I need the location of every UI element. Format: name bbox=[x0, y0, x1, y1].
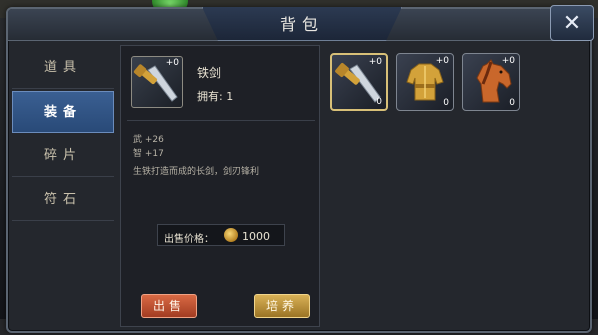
detail-item-icon: +0 bbox=[131, 56, 183, 108]
inventory-window: 背包 ✕ 道具 装备 碎片 符石 +0 铁剑 拥有: 1 武 +26 智 +17… bbox=[6, 5, 594, 333]
slot-count: 0 bbox=[509, 98, 515, 108]
item-description: 生铁打造而成的长剑，剑刃锋利 bbox=[133, 167, 260, 177]
sell-price-value: 1000 bbox=[242, 230, 270, 243]
coin-icon bbox=[224, 228, 238, 242]
close-icon: ✕ bbox=[562, 10, 582, 36]
detail-divider bbox=[127, 120, 315, 121]
tab-items[interactable]: 道具 bbox=[12, 47, 114, 89]
stat-force: 武 +26 bbox=[133, 135, 164, 145]
sell-price-label: 出售价格： bbox=[164, 234, 214, 245]
window-title: 背包 bbox=[279, 15, 324, 34]
slot-count: 0 bbox=[443, 98, 449, 108]
slot-plus-level: +0 bbox=[368, 57, 382, 67]
item-detail-panel: +0 铁剑 拥有: 1 武 +26 智 +17 生铁打造而成的长剑，剑刃锋利 出… bbox=[120, 45, 320, 327]
item-slot-horse[interactable]: +0 0 bbox=[462, 53, 520, 111]
item-slot-sword[interactable]: +0 0 bbox=[330, 53, 388, 111]
stat-intellect: 智 +17 bbox=[133, 149, 164, 159]
tab-runestones[interactable]: 符石 bbox=[12, 179, 114, 221]
item-grid: +0 0 +0 0 +0 0 bbox=[326, 45, 588, 327]
slot-plus-level: +0 bbox=[501, 56, 515, 66]
tab-fragments[interactable]: 碎片 bbox=[12, 135, 114, 177]
item-slot-armor[interactable]: +0 0 bbox=[396, 53, 454, 111]
tab-equipment[interactable]: 装备 bbox=[12, 91, 114, 133]
slot-plus-level: +0 bbox=[435, 56, 449, 66]
item-name: 铁剑 bbox=[197, 66, 222, 80]
sell-price-box: 出售价格： 1000 bbox=[157, 224, 285, 246]
train-button[interactable]: 培养 bbox=[254, 294, 310, 318]
side-tabs: 道具 装备 碎片 符石 bbox=[12, 43, 114, 329]
close-button[interactable]: ✕ bbox=[550, 5, 594, 41]
detail-plus-level: +0 bbox=[165, 58, 179, 68]
slot-count: 0 bbox=[376, 97, 382, 107]
sell-button[interactable]: 出售 bbox=[141, 294, 197, 318]
item-owned-count: 拥有: 1 bbox=[197, 90, 234, 103]
